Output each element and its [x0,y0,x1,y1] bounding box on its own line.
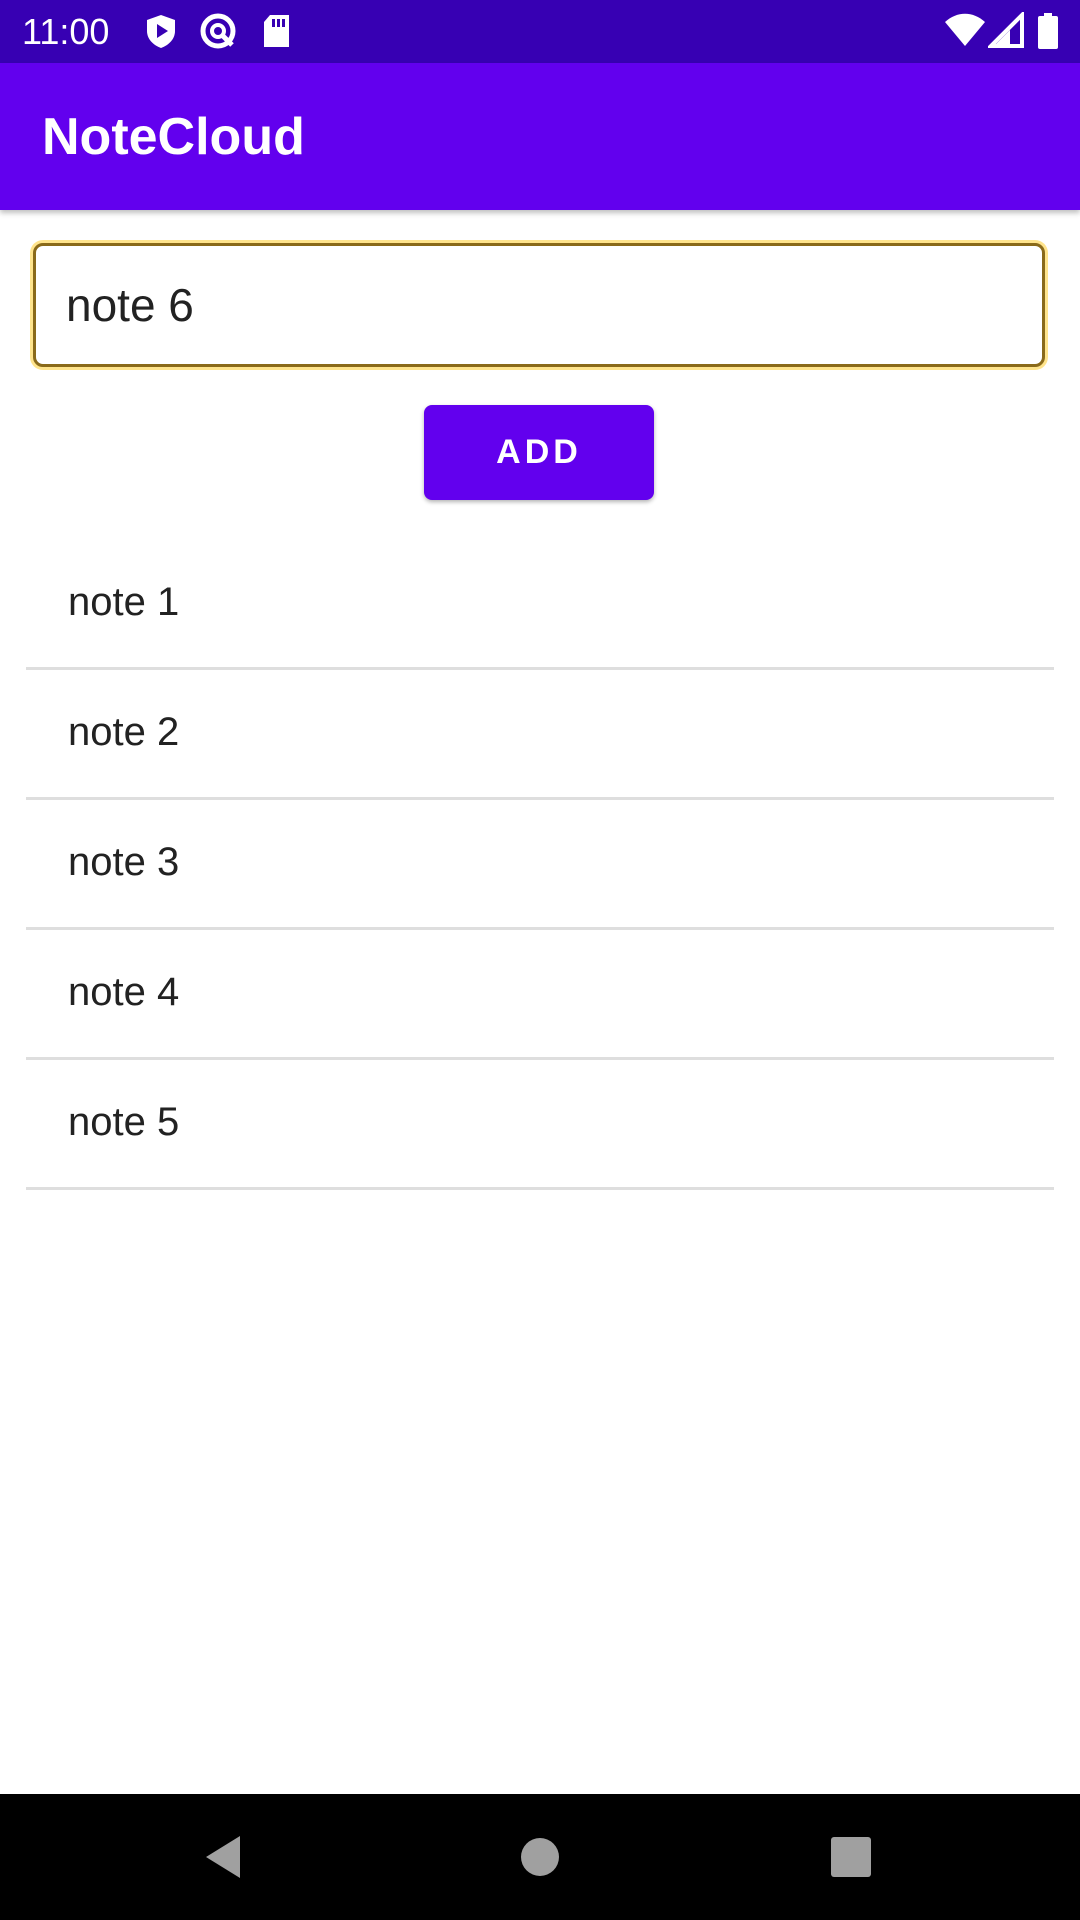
cellular-signal-icon [986,10,1026,50]
battery-icon [1036,12,1060,50]
navigation-bar [0,1794,1080,1920]
note-list-item[interactable]: note 2 [26,670,1054,800]
note-list-item[interactable]: note 1 [26,540,1054,670]
home-icon[interactable] [507,1824,573,1890]
data-saver-icon [199,12,237,50]
note-input[interactable] [33,243,1045,367]
add-button[interactable]: ADD [424,405,654,500]
recents-icon[interactable] [818,1824,884,1890]
note-list-item[interactable]: note 5 [26,1060,1054,1190]
note-text: note 2 [68,710,180,754]
wifi-icon [944,12,986,50]
note-list-item[interactable]: note 3 [26,800,1054,930]
note-text: note 5 [68,1100,180,1144]
status-time: 11:00 [22,11,110,52]
app-bar: NoteCloud [0,63,1080,210]
note-text: note 4 [68,970,180,1014]
note-text: note 1 [68,580,180,624]
back-icon[interactable] [192,1824,258,1890]
play-protect-icon [142,12,180,50]
note-text: note 3 [68,840,180,884]
sd-card-icon [258,12,296,50]
status-bar: 11:00 [0,0,1080,63]
note-list-item[interactable]: note 4 [26,930,1054,1060]
note-list: note 1 note 2 note 3 note 4 note 5 [26,540,1054,1190]
app-title: NoteCloud [42,108,305,166]
